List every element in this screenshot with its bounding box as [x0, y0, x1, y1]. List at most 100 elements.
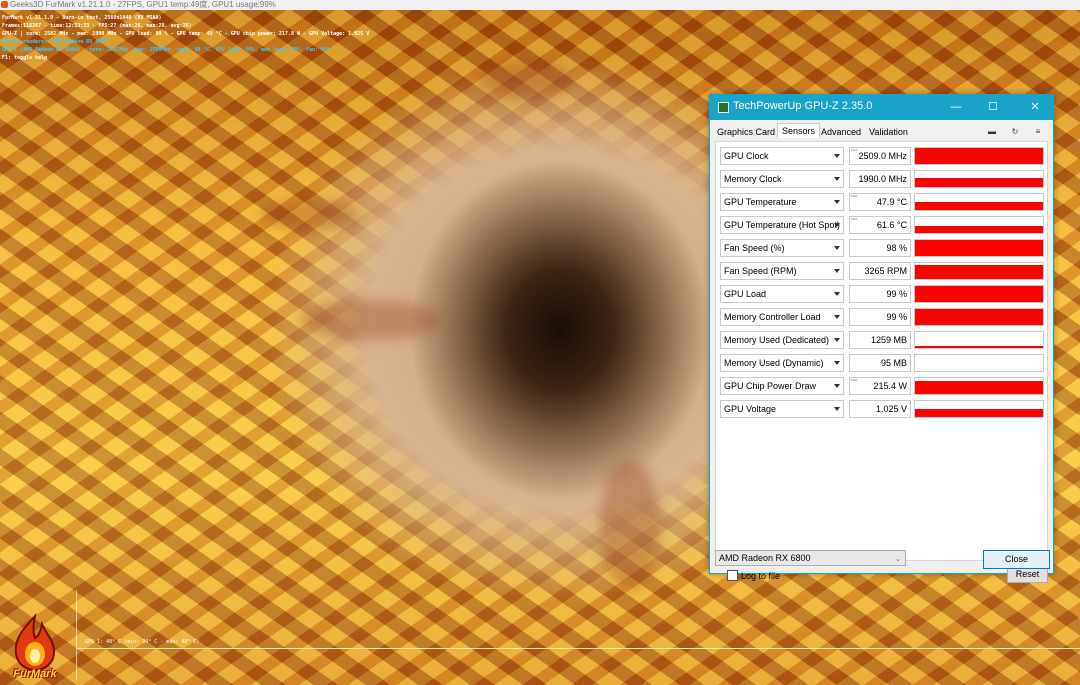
osd-line: F1: toggle help	[2, 55, 48, 61]
sensor-graph-fill	[915, 409, 1043, 417]
sensor-row: GPU Load 99 %	[720, 285, 1046, 303]
sensor-name: Memory Controller Load	[724, 312, 821, 322]
tab-graphics-card[interactable]: Graphics Card	[714, 125, 778, 139]
sensor-name-dropdown[interactable]: GPU Load	[720, 285, 844, 303]
sensor-name-dropdown[interactable]: GPU Clock	[720, 147, 844, 165]
sensor-graph	[914, 262, 1044, 280]
minimize-icon[interactable]: —	[943, 98, 969, 116]
sensor-row: Fan Speed (RPM) 3265 RPM	[720, 262, 1046, 280]
temperature-graph: GPU 1: 48° C (min: 34° C - max: 48° C)	[76, 590, 1080, 680]
sensor-row: Memory Used (Dedicated) 1259 MB	[720, 331, 1046, 349]
sensor-name-dropdown[interactable]: Memory Controller Load	[720, 308, 844, 326]
sensor-name: Fan Speed (%)	[724, 243, 785, 253]
chevron-down-icon	[834, 200, 840, 204]
log-to-file-label: Log to file	[741, 571, 781, 581]
sensor-graph	[914, 308, 1044, 326]
sensor-value-text: 215.4 W	[873, 381, 907, 391]
sensor-row: GPU Voltage 1.025 V	[720, 400, 1046, 418]
flame-icon	[14, 612, 56, 672]
log-to-file-checkbox[interactable]: Log to file	[727, 570, 780, 581]
sensor-name-dropdown[interactable]: Fan Speed (RPM)	[720, 262, 844, 280]
furmark-app-icon	[1, 1, 8, 8]
sensor-row: GPU Temperature MAX 47.9 °C	[720, 193, 1046, 211]
max-indicator: MAX	[851, 148, 858, 152]
sensor-graph	[914, 147, 1044, 165]
chevron-down-icon	[834, 338, 840, 342]
sensor-graph	[914, 377, 1044, 395]
sensor-graph	[914, 216, 1044, 234]
sensor-name-dropdown[interactable]: Memory Clock	[720, 170, 844, 188]
furmark-title-bar: Geeks3D FurMark v1.21.1.0 - 27FPS, GPU1 …	[0, 0, 1080, 10]
sensor-value-text: 61.6 °C	[876, 220, 907, 230]
sensor-value: MAX 61.6 °C	[849, 216, 911, 234]
sensor-value: MAX 47.9 °C	[849, 193, 911, 211]
sensor-graph	[914, 285, 1044, 303]
gpuz-app-icon	[718, 102, 729, 113]
sensor-graph-fill	[915, 309, 1043, 325]
sensor-row: Memory Clock 1990.0 MHz	[720, 170, 1046, 188]
sensor-row: Fan Speed (%) 98 %	[720, 239, 1046, 257]
sensor-graph-fill	[915, 265, 1043, 279]
sensor-name-dropdown[interactable]: GPU Chip Power Draw	[720, 377, 844, 395]
menu-icon[interactable]: ≡	[1032, 126, 1044, 137]
chevron-down-icon	[834, 154, 840, 158]
maximize-icon[interactable]: ☐	[980, 98, 1006, 116]
max-indicator: MAX	[851, 217, 858, 221]
sensor-name-dropdown[interactable]: Memory Used (Dynamic)	[720, 354, 844, 372]
sensor-name: Memory Used (Dedicated)	[724, 335, 830, 345]
close-button[interactable]: Close	[983, 550, 1050, 569]
temperature-graph-label: GPU 1: 48° C (min: 34° C - max: 48° C)	[85, 639, 200, 645]
close-icon[interactable]: ✕	[1022, 98, 1048, 116]
osd-line: Frames:116267 - time:12:13:33 - FPS:27 (…	[2, 23, 192, 29]
tab-advanced[interactable]: Advanced	[818, 125, 864, 139]
chevron-down-icon	[834, 223, 840, 227]
sensor-graph	[914, 170, 1044, 188]
gpuz-title: TechPowerUp GPU-Z 2.35.0	[733, 100, 873, 112]
sensor-graph	[914, 239, 1044, 257]
furmark-logo-text: FurMark	[13, 668, 57, 680]
sensor-value-text: 1.025 V	[875, 404, 907, 414]
sensor-name-dropdown[interactable]: Memory Used (Dedicated)	[720, 331, 844, 349]
chevron-down-icon: ⌄	[895, 556, 901, 563]
sensor-panel: GPU Clock MAX 2509.0 MHz Memory Clock 1990.0…	[715, 141, 1048, 583]
temperature-graph-line	[77, 648, 1080, 649]
refresh-icon[interactable]: ↻	[1009, 126, 1021, 137]
gpuz-window: TechPowerUp GPU-Z 2.35.0 — ☐ ✕ Graphics …	[709, 94, 1054, 583]
gpu-select-value: AMD Radeon RX 6800	[719, 553, 811, 563]
sensor-value: 98 %	[849, 239, 911, 257]
sensor-name-dropdown[interactable]: GPU Temperature (Hot Spot)	[720, 216, 844, 234]
sensor-graph-fill	[915, 178, 1043, 187]
sensor-name: GPU Temperature (Hot Spot)	[724, 220, 840, 230]
checkbox-icon[interactable]	[727, 570, 738, 581]
sensor-value-text: 99 %	[886, 289, 907, 299]
gpuz-title-bar[interactable]: TechPowerUp GPU-Z 2.35.0 — ☐ ✕	[710, 95, 1053, 120]
sensor-graph	[914, 400, 1044, 418]
sensor-graph-fill	[915, 148, 1043, 164]
osd-line: GPU-Z | core: 2582 MHz - mem: 1990 MHz -…	[2, 31, 370, 37]
sensor-value: 1.025 V	[849, 400, 911, 418]
sensor-value: MAX 2509.0 MHz	[849, 147, 911, 165]
tab-sensors[interactable]: Sensors	[777, 123, 821, 138]
sensor-value-text: 2509.0 MHz	[858, 151, 907, 161]
sensor-graph-fill	[915, 202, 1043, 210]
camera-icon[interactable]: ▬	[986, 126, 998, 137]
sensor-value: 95 MB	[849, 354, 911, 372]
gpu-select-dropdown[interactable]: AMD Radeon RX 6800 ⌄	[715, 550, 906, 566]
sensor-graph-fill	[915, 346, 1043, 348]
sensor-graph-fill	[915, 226, 1043, 233]
sensor-graph	[914, 331, 1044, 349]
sensor-value-text: 3265 RPM	[864, 266, 907, 276]
tab-validation[interactable]: Validation	[866, 125, 911, 139]
sensor-name: GPU Temperature	[724, 197, 797, 207]
sensor-name-dropdown[interactable]: GPU Voltage	[720, 400, 844, 418]
chevron-down-icon	[834, 269, 840, 273]
furmark-title: Geeks3D FurMark v1.21.1.0 - 27FPS, GPU1 …	[10, 0, 276, 9]
sensor-name: Memory Used (Dynamic)	[724, 358, 824, 368]
sensor-graph-fill	[915, 286, 1043, 302]
sensor-value: 1990.0 MHz	[849, 170, 911, 188]
sensor-name-dropdown[interactable]: GPU Temperature	[720, 193, 844, 211]
sensor-value-text: 99 %	[886, 312, 907, 322]
sensor-value: 99 %	[849, 308, 911, 326]
chevron-down-icon	[834, 315, 840, 319]
sensor-name-dropdown[interactable]: Fan Speed (%)	[720, 239, 844, 257]
